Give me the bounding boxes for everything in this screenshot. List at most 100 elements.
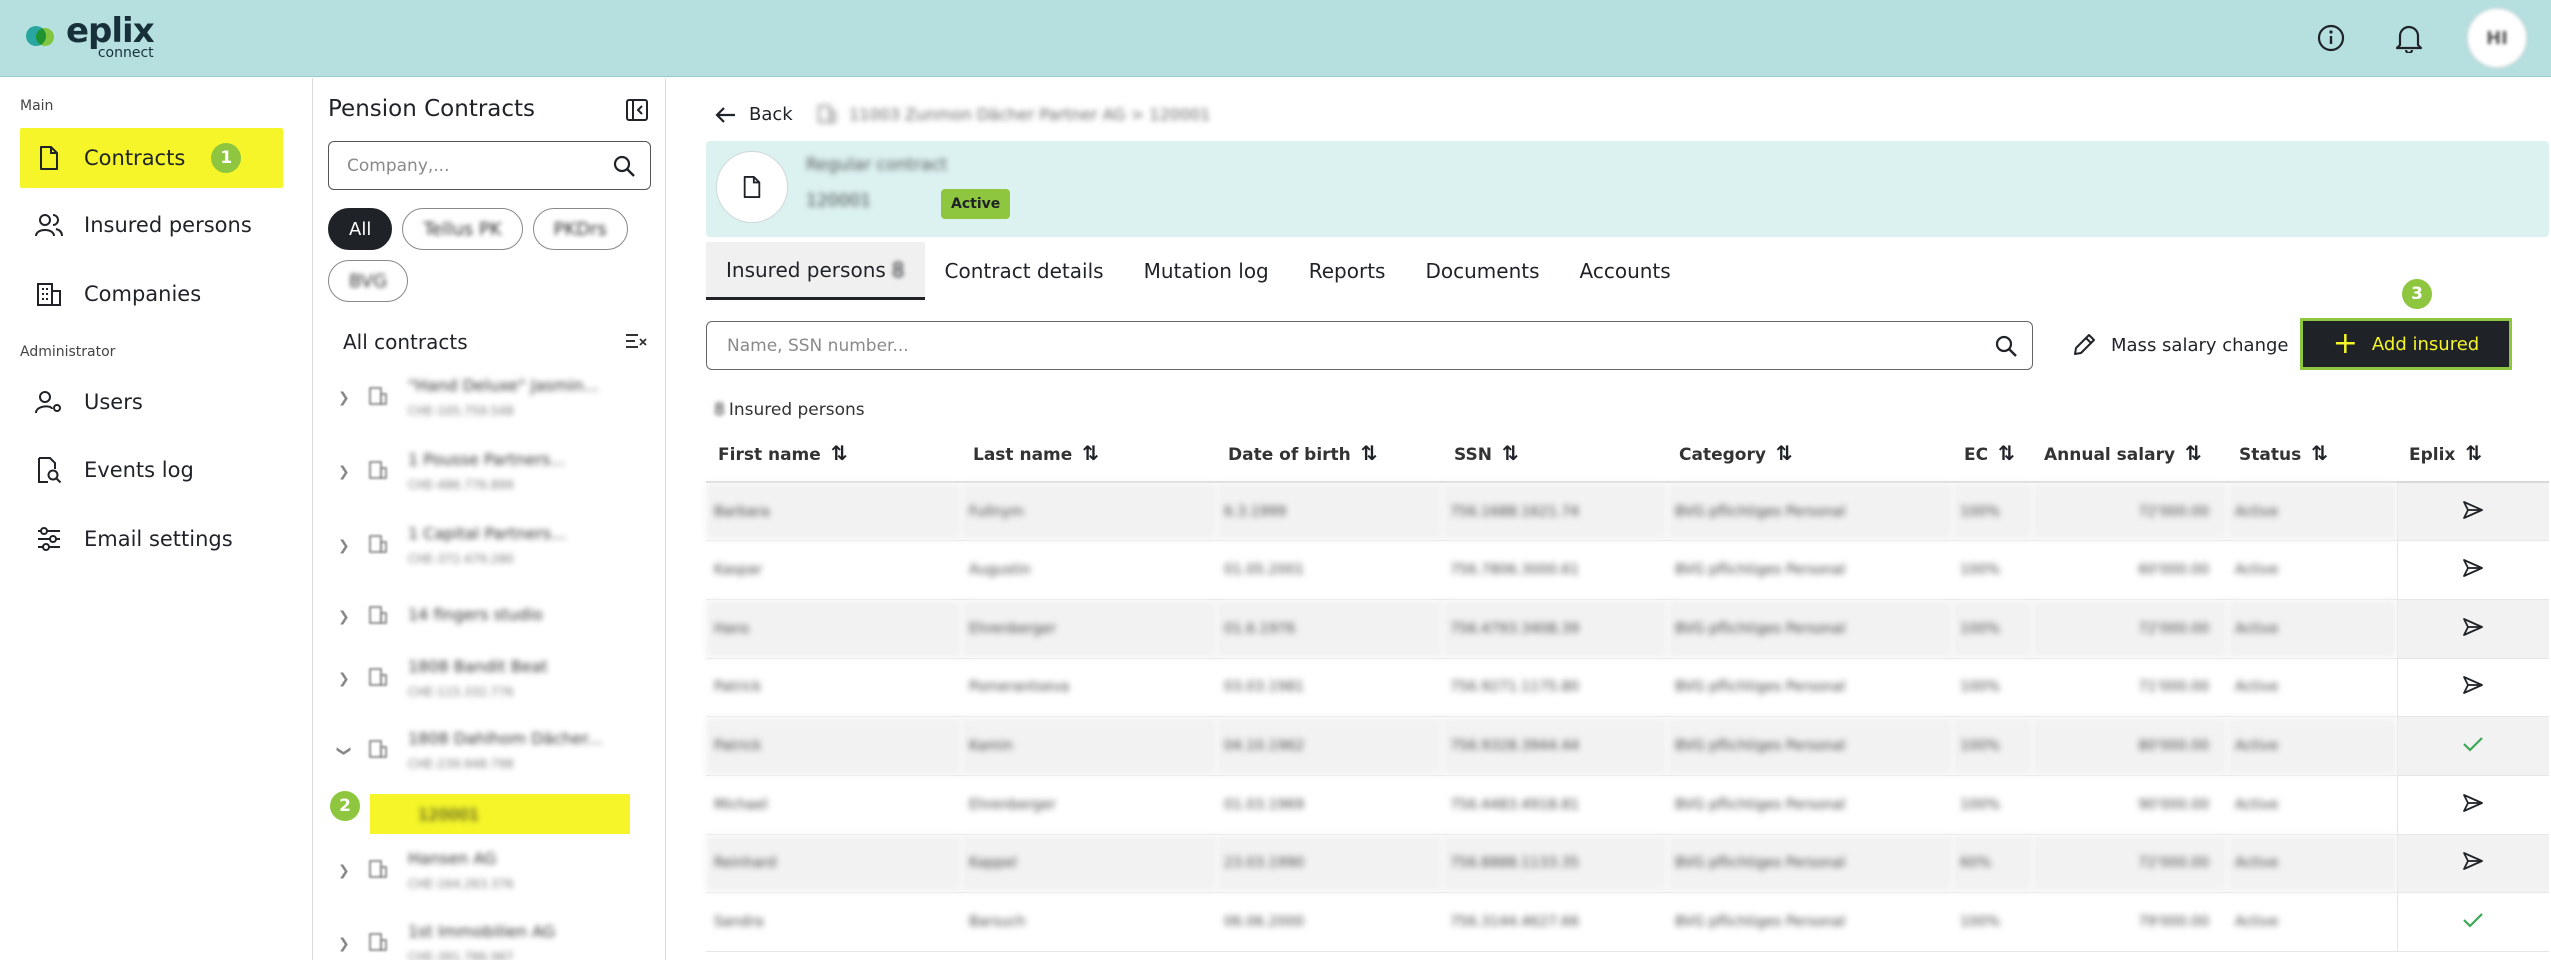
filter-chips: All Tellus PK PKDrs BVG [328,208,658,302]
send-to-eplix-icon[interactable] [2396,775,2549,835]
building-icon [368,534,388,554]
sidebar-item-events-log[interactable]: Events log [20,440,283,500]
sort-icon[interactable]: ⇅ [831,441,848,465]
sort-icon[interactable]: ⇅ [2185,441,2202,465]
add-insured-button[interactable]: + Add insured [2303,321,2509,367]
tab-documents[interactable]: Documents [1405,242,1559,300]
tree-item-contract-selected[interactable]: 120001 [370,794,630,834]
send-to-eplix-icon[interactable] [2396,482,2549,542]
sort-icon[interactable]: ⇅ [1082,441,1099,465]
table-row[interactable]: Kaspar Augustin 01.05.2001 756.7806.3000.61… [706,540,2549,600]
sort-icon[interactable]: ⇅ [2311,441,2328,465]
sort-icon[interactable]: ⇅ [1998,441,2015,465]
contract-header-card: Regular contract 120001 Active [706,141,2549,237]
company-search-input[interactable]: Company,... [328,141,651,190]
building-icon [368,386,388,406]
tree-item-company[interactable]: ❯ 1808 Bandit Beat CHE-115.332.776 [328,651,658,711]
synced-check-icon[interactable] [2396,716,2549,776]
table-row[interactable]: Barbara Fullnym 6.3.1999 756.1688.1621.74 BV… [706,482,2549,542]
insured-search-input[interactable]: Name, SSN number... [706,321,2033,370]
table-row[interactable]: Hans Ehrenberger 01.6.1976 756.4793.3408.39… [706,599,2549,659]
info-icon[interactable] [2311,18,2351,58]
table-row[interactable]: Reinhard Kappel 23.03.1990 756.8888.1133.35… [706,834,2549,894]
tree-item-company-expanded[interactable]: ❯ 1808 Dahlhom Dächer... CHE-239.948.798 [328,723,658,783]
eplix-logo[interactable]: eplix connect [24,14,155,60]
synced-check-icon[interactable] [2396,892,2549,952]
send-to-eplix-icon[interactable] [2396,540,2549,600]
table-row[interactable]: Patrick Pomerantseva 03.03.1981 756.9271.11… [706,658,2549,718]
sort-icon[interactable]: ⇅ [1502,441,1519,465]
chevron-right-icon[interactable]: ❯ [338,390,350,406]
table-cell: 01.6.1976 [1216,599,1442,659]
column-header-last-name[interactable]: Last name ⇅ [961,424,1216,483]
table-row[interactable]: Michael Ehrenberger 01.03.1969 756.4483.491… [706,775,2549,835]
table-cell: 100% [1952,775,2032,835]
chevron-right-icon[interactable]: ❯ [338,464,350,480]
table-cell: 100% [1952,716,2032,776]
sidebar-item-companies[interactable]: Companies [20,264,283,324]
column-header-status[interactable]: Status ⇅ [2227,424,2397,483]
search-icon[interactable] [1994,334,2018,363]
sidebar-item-email-settings[interactable]: Email settings [20,509,283,569]
column-header-eplix[interactable]: Eplix ⇅ [2397,424,2549,483]
tab-accounts[interactable]: Accounts [1560,242,1691,300]
column-header-ssn[interactable]: SSN ⇅ [1442,424,1667,483]
tree-item-company[interactable]: ❯ Hansen AG CHE-164.263.376 [328,843,658,903]
tree-item-company[interactable]: ❯ 1 Capital Partners... CHE-372.479.280 [328,518,658,578]
chevron-down-icon[interactable]: ❯ [336,745,352,757]
column-header-first-name[interactable]: First name ⇅ [706,424,961,483]
column-header-category[interactable]: Category ⇅ [1667,424,1952,483]
tree-item-company[interactable]: ❯ "Hand Deluxe" Jasmin... CHE-105.759.548 [328,370,658,430]
sidebar-item-insured-persons[interactable]: Insured persons [20,195,283,255]
table-cell: 100% [1952,599,2032,659]
list-filter-icon[interactable] [625,332,647,354]
filter-chip[interactable]: BVG [328,260,409,302]
sort-icon[interactable]: ⇅ [1776,441,1793,465]
sort-icon[interactable]: ⇅ [1361,441,1378,465]
table-cell: Patrick [706,716,961,776]
send-to-eplix-icon[interactable] [2396,658,2549,718]
back-button[interactable]: Back [715,104,793,125]
chevron-right-icon[interactable]: ❯ [338,538,350,554]
user-avatar[interactable]: HI [2467,8,2527,68]
table-cell: BVG pflichtiges Personal [1667,775,1952,835]
table-cell: Michael [706,775,961,835]
table-cell: Active [2227,540,2397,600]
chevron-right-icon[interactable]: ❯ [338,936,350,952]
filter-chip[interactable]: Tellus PK [402,208,523,250]
filter-chip[interactable]: PKDrs [532,208,628,250]
bell-icon[interactable] [2389,18,2429,58]
sidebar-item-contracts[interactable]: Contracts 1 [20,128,283,188]
tree-item-company[interactable]: ❯ 14 fingers studio [328,589,658,649]
table-row[interactable]: Sandra Barsuch 06.06.2000 756.3144.4627.66 B… [706,892,2549,952]
sidebar-item-users[interactable]: Users [20,372,283,432]
collapse-panel-icon[interactable] [625,98,651,124]
breadcrumb[interactable]: 11003 Zunmon Dächer Partner AG > 120001 [817,104,1210,124]
building-icon [818,105,836,123]
send-to-eplix-icon[interactable] [2396,834,2549,894]
chevron-right-icon[interactable]: ❯ [338,609,350,625]
search-icon[interactable] [612,154,636,183]
tab-reports[interactable]: Reports [1289,242,1406,300]
building-icon [368,739,388,759]
tree-item-company[interactable]: ❯ 1 Pousse Partners... CHE-486.776.899 [328,444,658,504]
tab-insured-persons[interactable]: Insured persons 8 [706,242,925,300]
sort-icon[interactable]: ⇅ [2465,441,2482,465]
add-insured-highlight: + Add insured [2300,318,2512,370]
tab-mutation-log[interactable]: Mutation log [1124,242,1289,300]
tree-item-company[interactable]: ❯ 1st Immobilien AG CHE-391.786.987 [328,916,658,960]
table-row[interactable]: Patrick Kamin 04.10.1962 756.9328.3944.44 BV… [706,716,2549,776]
column-header-ec[interactable]: EC ⇅ [1952,424,2032,483]
table-cell: 756.9328.3944.44 [1442,716,1667,776]
tab-contract-details[interactable]: Contract details [925,242,1124,300]
chevron-right-icon[interactable]: ❯ [338,671,350,687]
mass-salary-change-button[interactable]: Mass salary change [2071,332,2289,358]
filter-chip-all[interactable]: All [328,208,393,250]
column-header-annual-salary[interactable]: Annual salary ⇅ [2032,424,2227,483]
column-header-date-of-birth[interactable]: Date of birth ⇅ [1216,424,1442,483]
chevron-right-icon[interactable]: ❯ [338,863,350,879]
table-cell: Sandra [706,892,961,952]
send-to-eplix-icon[interactable] [2396,599,2549,659]
table-cell: 80'000.00 [2032,716,2227,776]
table-cell: Active [2227,599,2397,659]
